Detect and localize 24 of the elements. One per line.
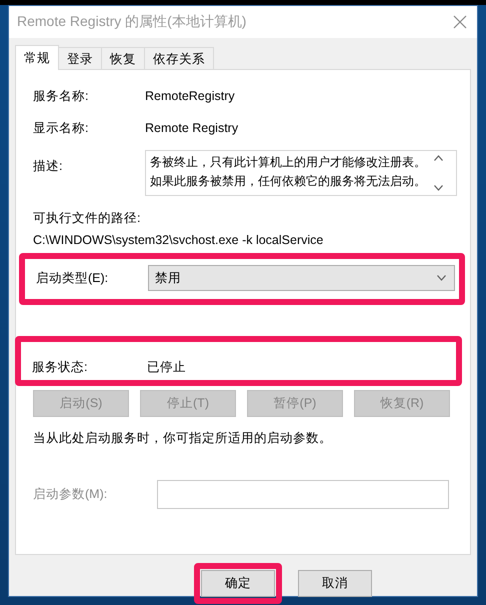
- scroll-down-icon[interactable]: [434, 185, 442, 191]
- dialog-button[interactable]: 取消: [298, 570, 372, 597]
- scroll-up-icon[interactable]: [434, 155, 442, 161]
- status-value: 已停止: [147, 359, 186, 376]
- window-title: Remote Registry 的属性(本地计算机): [17, 13, 246, 31]
- tab[interactable]: 依存关系: [144, 47, 214, 69]
- path-value: C:\WINDOWS\system32\svchost.exe -k localService: [32, 233, 324, 247]
- field-value: Remote Registry: [145, 121, 238, 135]
- description-box[interactable]: 务被终止，只有此计算机上的用户才能修改注册表。如果此服务被禁用，任何依赖它的服务将无法启动。: [145, 150, 457, 196]
- field-label: 服务状态:: [31, 359, 88, 376]
- field-value: RemoteRegistry: [145, 89, 235, 103]
- field-label: 可执行文件的路径:: [32, 210, 142, 227]
- field-label: 启动参数(M):: [32, 486, 108, 503]
- field-label: 描述:: [32, 158, 64, 175]
- hint-text: 当从此处启动服务时，你可指定所适用的启动参数。: [32, 430, 333, 447]
- startup-type-dropdown[interactable]: 禁用: [148, 265, 455, 291]
- dialog-button[interactable]: 确定: [201, 570, 275, 597]
- field-label: 显示名称:: [32, 120, 90, 136]
- description-text: 务被终止，只有此计算机上的用户才能修改注册表。如果此服务被禁用，任何依赖它的服务将无法启动。: [149, 154, 427, 190]
- tab[interactable]: 常规: [15, 45, 59, 70]
- chevron-down-icon[interactable]: [437, 275, 446, 281]
- close-icon[interactable]: [453, 15, 467, 29]
- field-label: 启动类型(E):: [35, 270, 110, 286]
- field-label: 服务名称:: [32, 88, 90, 104]
